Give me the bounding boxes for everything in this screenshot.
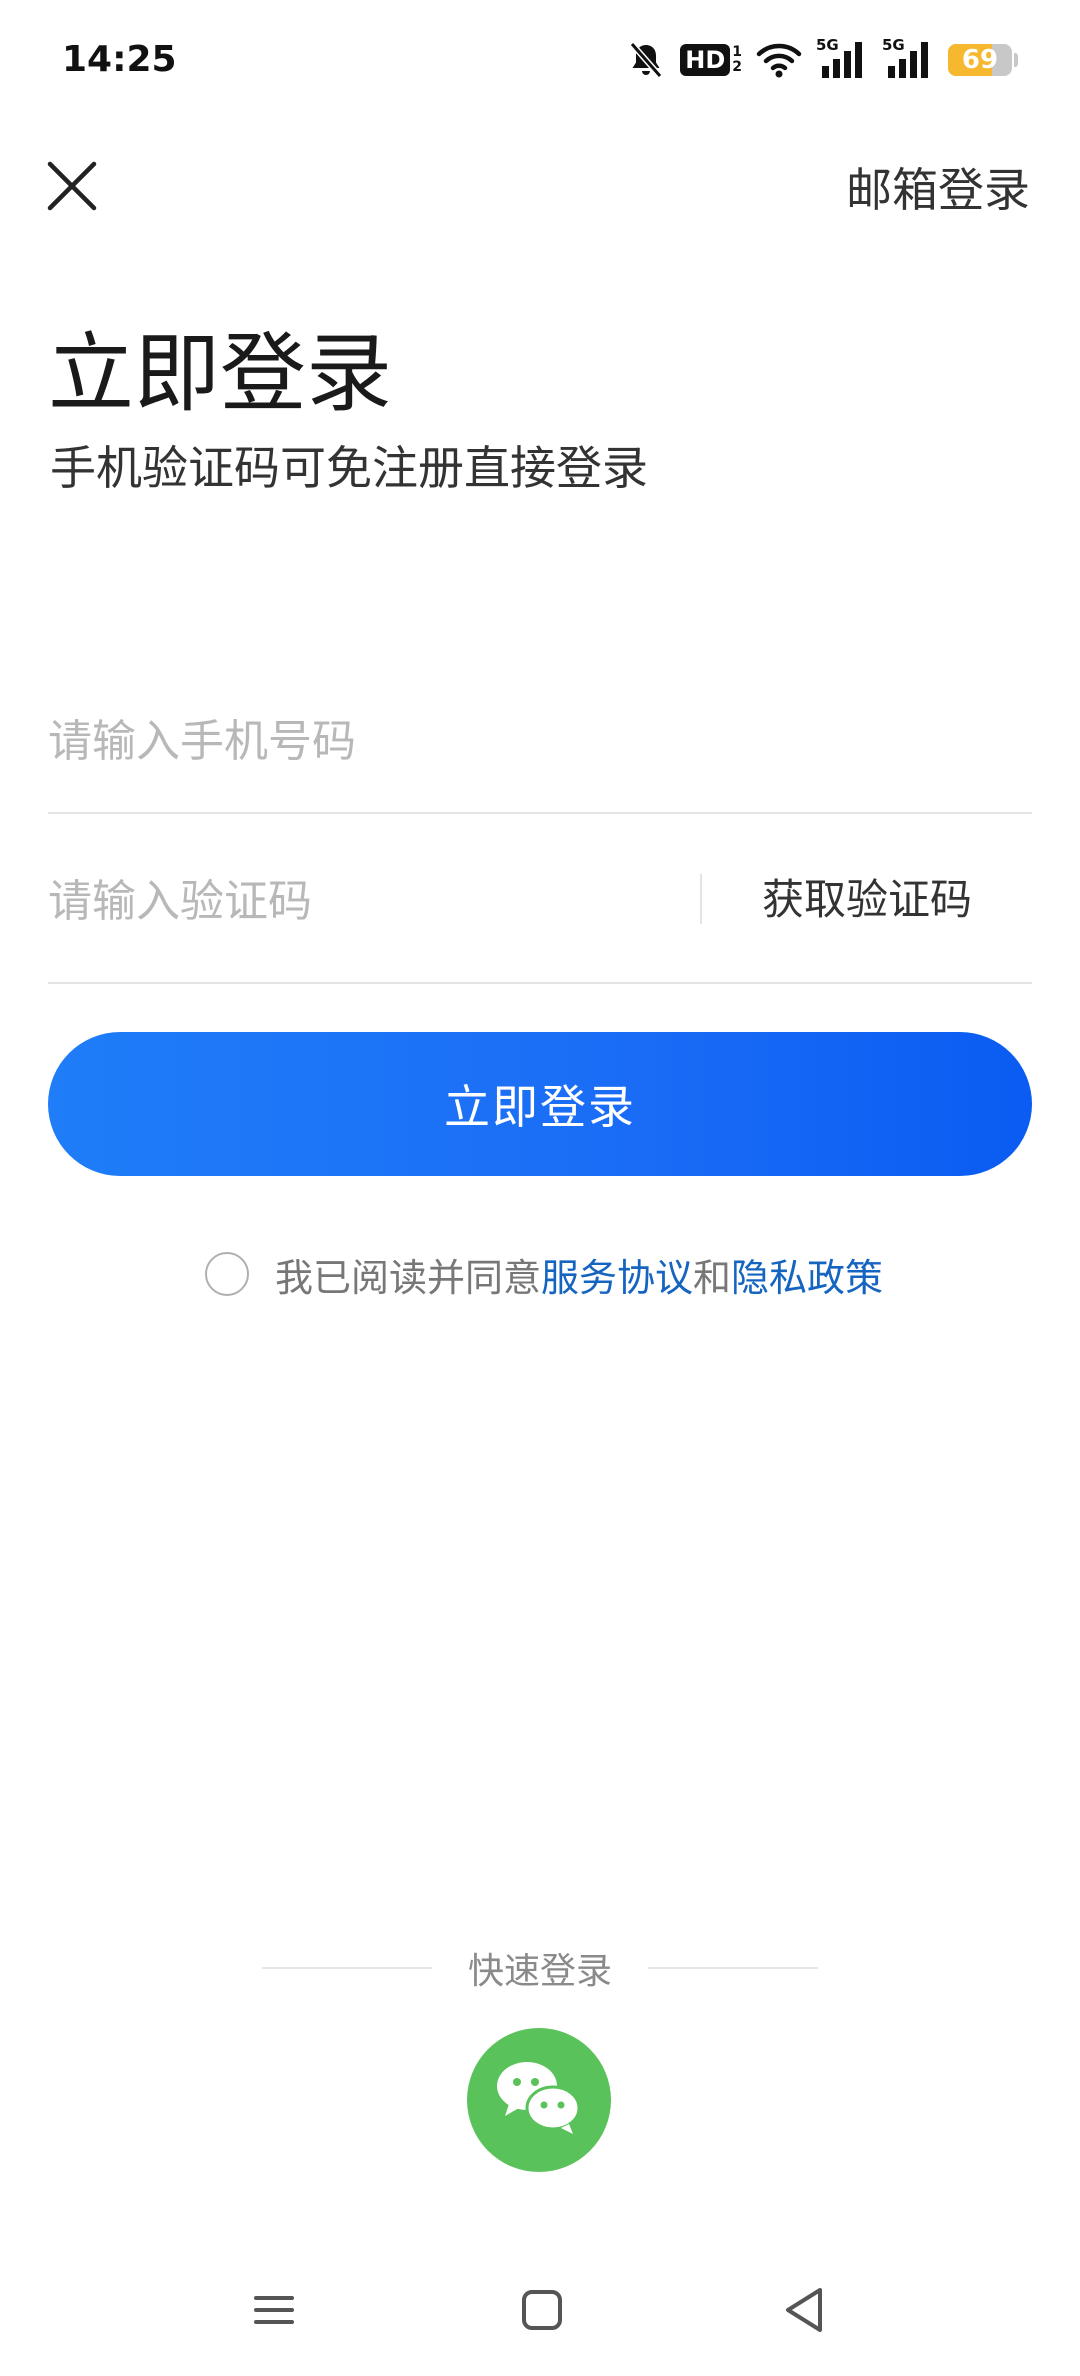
home-icon bbox=[522, 2290, 562, 2330]
signal-bars-icon bbox=[822, 42, 862, 78]
nav-back-button[interactable] bbox=[766, 2270, 846, 2350]
code-divider bbox=[700, 874, 702, 924]
divider-line-left bbox=[262, 1967, 432, 1969]
wechat-icon bbox=[497, 2062, 581, 2134]
system-nav-bar bbox=[0, 2250, 1080, 2376]
page-title: 立即登录 bbox=[48, 324, 392, 424]
hd-label: HD bbox=[680, 44, 731, 76]
quick-login-label: 快速登录 bbox=[467, 1951, 612, 1992]
hd-voice-indicator: HD 1 2 bbox=[680, 44, 742, 76]
login-screen: 14:25 HD 1 2 5G 5G 69 邮箱登录 立即登录 手机验证码可免注… bbox=[0, 0, 1080, 2376]
agreement-conjunction: 和 bbox=[693, 1255, 732, 1300]
quick-login-divider: 快速登录 bbox=[262, 1940, 818, 1996]
agreement-row: 我已阅读并同意 服务协议 和 隐私政策 bbox=[205, 1246, 883, 1302]
phone-input[interactable] bbox=[48, 670, 1032, 812]
status-bar: 14:25 HD 1 2 5G 5G 69 bbox=[0, 0, 1080, 120]
wifi-icon bbox=[756, 43, 802, 78]
nav-menu-button[interactable] bbox=[234, 2270, 314, 2350]
login-button[interactable]: 立即登录 bbox=[48, 1032, 1032, 1176]
page-subtitle: 手机验证码可免注册直接登录 bbox=[50, 441, 648, 495]
status-icons: HD 1 2 5G 5G 69 bbox=[626, 34, 1018, 86]
wechat-login-button[interactable] bbox=[467, 2028, 611, 2172]
divider-line-right bbox=[647, 1967, 818, 1969]
signal-sim2: 5G bbox=[882, 36, 934, 80]
privacy-policy-link[interactable]: 隐私政策 bbox=[731, 1247, 883, 1302]
battery-level: 69 bbox=[961, 45, 999, 75]
bell-muted-icon bbox=[629, 42, 663, 78]
code-field: 获取验证码 bbox=[48, 820, 1032, 984]
battery-tip bbox=[1014, 53, 1018, 67]
close-button[interactable] bbox=[44, 158, 100, 214]
service-agreement-link[interactable]: 服务协议 bbox=[541, 1247, 693, 1302]
signal-bars-icon bbox=[888, 42, 928, 78]
agreement-prefix: 我已阅读并同意 bbox=[275, 1255, 542, 1300]
signal-sim1: 5G bbox=[816, 36, 868, 80]
hd-sub-bottom: 2 bbox=[732, 59, 742, 75]
get-code-button[interactable]: 获取验证码 bbox=[762, 870, 972, 930]
menu-icon bbox=[254, 2296, 294, 2324]
close-icon bbox=[47, 161, 97, 211]
hd-sub-top: 1 bbox=[732, 44, 742, 60]
nav-home-button[interactable] bbox=[502, 2270, 582, 2350]
back-icon bbox=[786, 2288, 822, 2332]
battery-indicator: 69 bbox=[948, 44, 1012, 76]
code-input[interactable] bbox=[48, 820, 688, 982]
agreement-checkbox[interactable] bbox=[205, 1252, 249, 1296]
phone-field bbox=[48, 670, 1032, 814]
email-login-link[interactable]: 邮箱登录 bbox=[846, 160, 1030, 220]
status-time: 14:25 bbox=[62, 39, 177, 80]
